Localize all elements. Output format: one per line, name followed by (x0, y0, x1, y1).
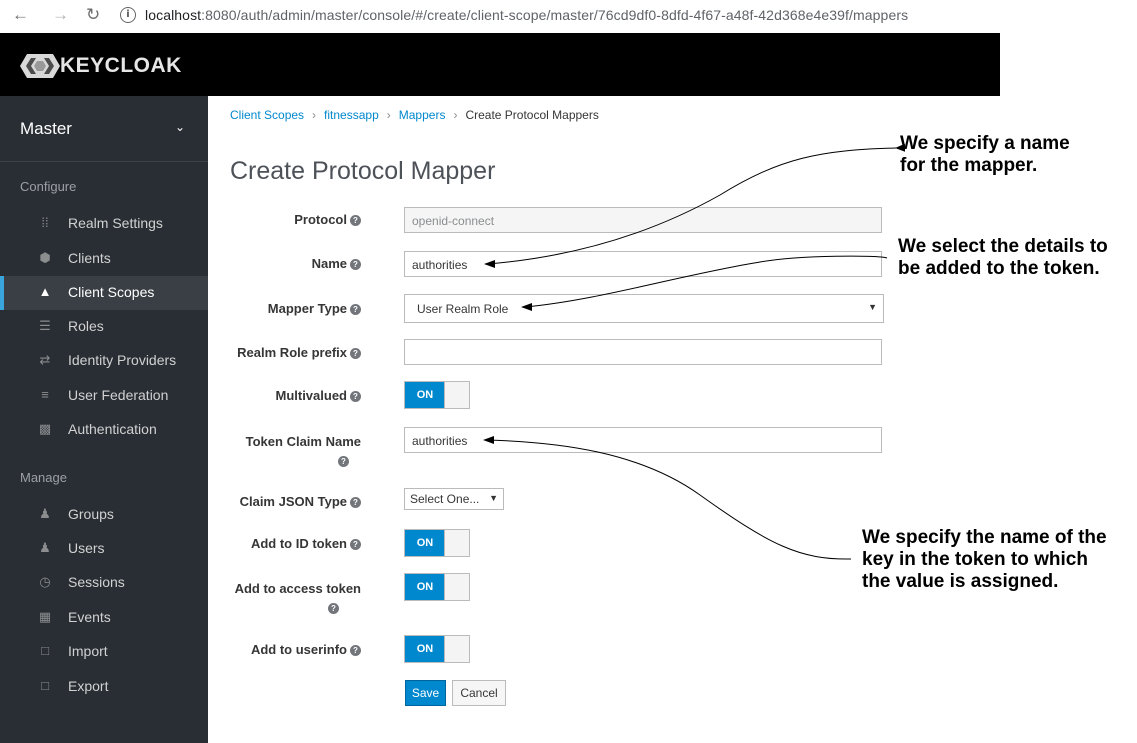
annotation-name-line2: for the mapper. (900, 155, 1038, 176)
mapper-type-arrowhead (521, 303, 532, 311)
annotation-name-line1: We specify a name (900, 133, 1070, 154)
name-arrowhead (484, 260, 495, 268)
token-claim-arrow (486, 439, 852, 560)
annotation-claim-line1: We specify the name of the (862, 527, 1107, 548)
name-arrow (487, 143, 906, 265)
mapper-type-arrow (524, 255, 888, 308)
annotation-token-claim: We specify the name of the key in the to… (862, 527, 1107, 593)
annotation-type-line2: be added to the token. (898, 258, 1100, 279)
annotation-claim-line2: key in the token to which (862, 549, 1088, 570)
annotation-type-line1: We select the details to (898, 236, 1108, 257)
annotation-mapper-type: We select the details to be added to the… (898, 236, 1108, 280)
token-claim-arrowhead (483, 436, 494, 444)
annotation-arrows (483, 143, 906, 560)
annotation-claim-line3: the value is assigned. (862, 571, 1059, 592)
annotation-name: We specify a name for the mapper. (900, 133, 1070, 177)
